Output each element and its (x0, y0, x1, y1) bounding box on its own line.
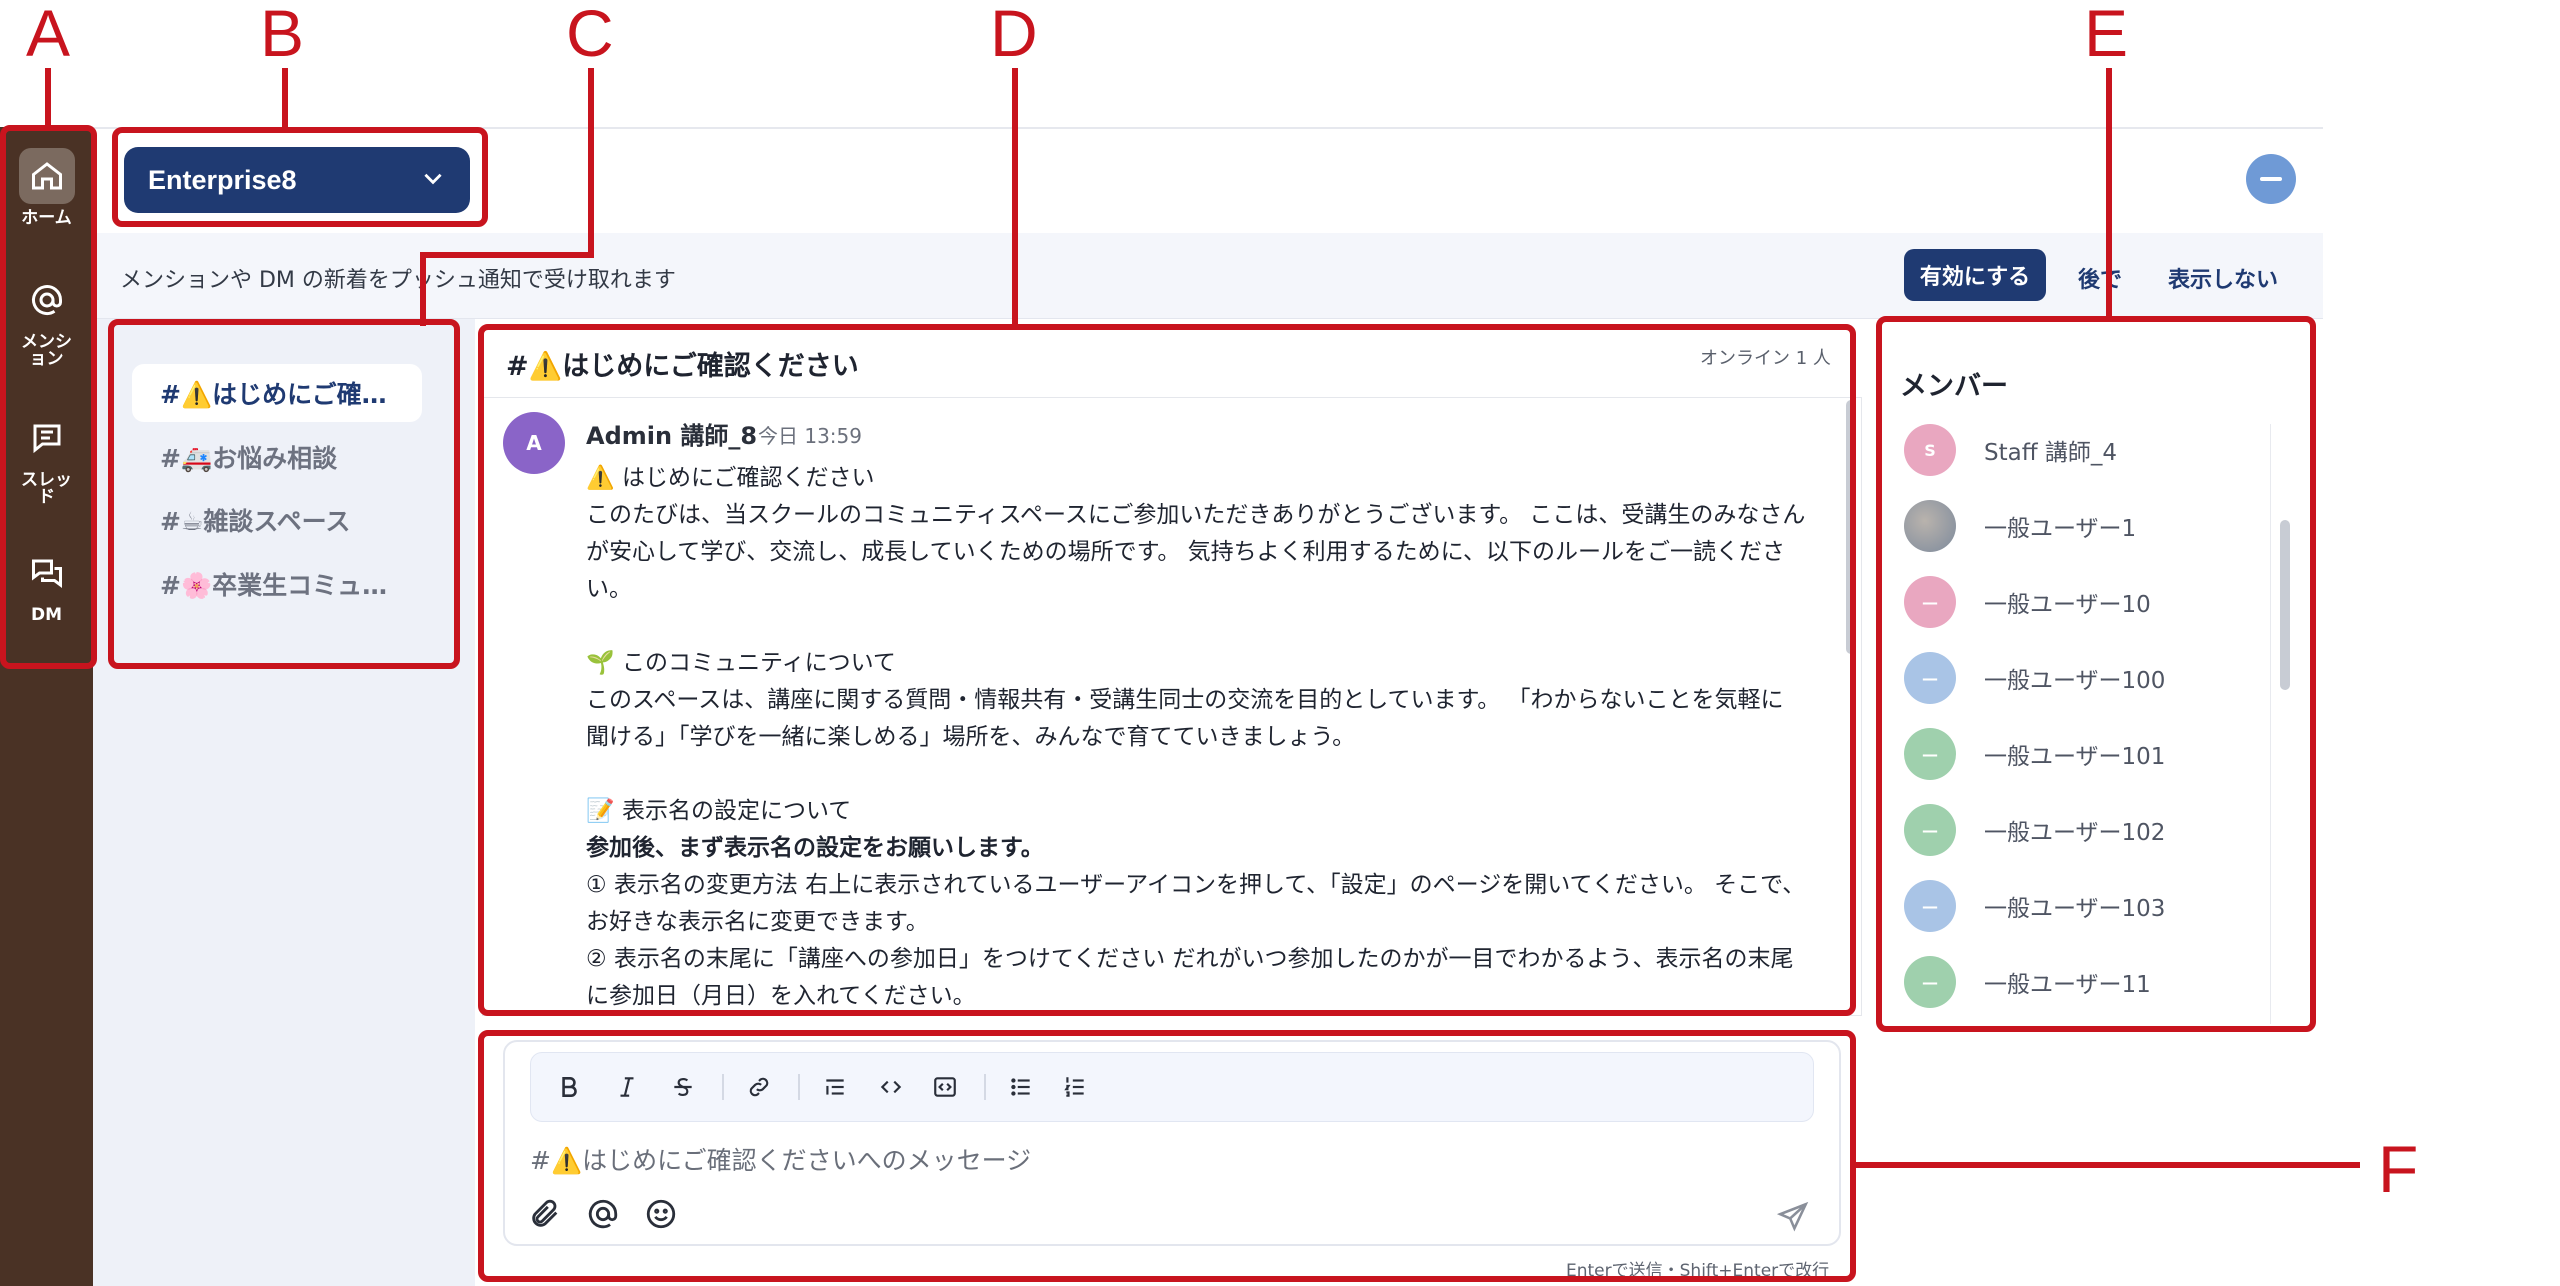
message-line: 🌱 このコミュニティについて (586, 650, 896, 676)
rail-label-thread: スレッド (21, 470, 72, 507)
member-name: 一般ユーザー11 (1984, 972, 2151, 998)
code-block-button[interactable] (930, 1072, 960, 1102)
message-line: ② 表示名の末尾に「講座への参加日」をつけてください だれがいつ参加したのかが一… (586, 946, 1794, 1009)
workspace-name: Enterprise8 (148, 164, 297, 195)
annotation-letter: D (990, 0, 1038, 70)
emoji-icon[interactable] (642, 1195, 680, 1233)
thread-icon (19, 410, 75, 466)
message-line: ⚠️ はじめにご確認ください (586, 465, 875, 491)
message-line: 📝 表示名の設定について (586, 798, 852, 824)
toolbar-divider (722, 1074, 724, 1100)
bold-button[interactable] (554, 1072, 584, 1102)
annotation-leader (1012, 68, 1018, 326)
rail-item-mention[interactable]: メンション (0, 272, 93, 368)
member-item[interactable]: — 一般ユーザー101 (1904, 724, 2264, 784)
member-name: Staff 講師_4 (1984, 440, 2118, 466)
member-avatar: — (1904, 956, 1956, 1008)
rail-item-dm[interactable]: DM (0, 545, 93, 624)
member-avatar: — (1904, 880, 1956, 932)
member-avatar: — (1904, 576, 1956, 628)
message-author[interactable]: Admin 講師_8 (586, 416, 757, 451)
rail-item-thread[interactable]: スレッド (0, 410, 93, 506)
toolbar-divider (984, 1074, 986, 1100)
banner-text: メンションや DM の新着をプッシュ通知で受け取れます (120, 268, 676, 293)
message-avatar[interactable]: A (503, 412, 565, 474)
online-count: オンライン 1 人 (1700, 348, 1831, 369)
annotation-leader (282, 68, 288, 130)
message-line: ① 表示名の変更方法 右上に表示されているユーザーアイコンを押して、「設定」のペ… (586, 872, 1806, 935)
dm-icon (19, 545, 75, 601)
link-button[interactable] (744, 1072, 774, 1102)
mention-icon[interactable] (584, 1195, 622, 1233)
message-line: 参加後、まず表示名の設定をお願いします。 (586, 835, 1044, 861)
blockquote-button[interactable] (820, 1072, 850, 1102)
at-icon (19, 272, 75, 328)
member-item[interactable]: — 一般ユーザー11 (1904, 952, 2264, 1012)
member-divider (2270, 424, 2271, 1024)
message-timestamp: 今日 13:59 (758, 424, 862, 448)
annotation-letter: F (2378, 1132, 2419, 1206)
rail-item-home[interactable]: ホーム (0, 148, 93, 227)
channel-item-alumni[interactable]: #🌸卒業生コミュ… (132, 555, 422, 613)
member-avatar: — (1904, 804, 1956, 856)
send-icon[interactable] (1774, 1198, 1812, 1236)
member-item[interactable]: S Staff 講師_4 (1904, 420, 2264, 480)
annotation-leader (2106, 68, 2112, 318)
italic-button[interactable] (612, 1072, 642, 1102)
channel-item-welcome[interactable]: #⚠️はじめにご確… (132, 364, 422, 422)
annotation-letter: C (566, 0, 614, 70)
attachment-icon[interactable] (526, 1195, 564, 1233)
member-name: 一般ユーザー101 (1984, 744, 2166, 770)
member-avatar: — (1904, 728, 1956, 780)
strikethrough-button[interactable] (668, 1072, 698, 1102)
member-title: メンバー (1900, 371, 2008, 402)
rail-label-home: ホーム (21, 208, 72, 228)
member-item[interactable]: — 一般ユーザー102 (1904, 800, 2264, 860)
annotation-leader (420, 252, 594, 258)
message-line: このたびは、当スクールのコミュニティスペースにご参加いただきありがとうございます… (586, 502, 1806, 602)
member-item[interactable]: 一般ユーザー1 (1904, 496, 2264, 556)
member-scrollbar[interactable] (2280, 520, 2290, 690)
member-name: 一般ユーザー1 (1984, 516, 2137, 542)
member-item[interactable]: — 一般ユーザー10 (1904, 572, 2264, 632)
member-item[interactable]: — 一般ユーザー100 (1904, 648, 2264, 708)
workspace-switcher[interactable]: Enterprise8 (124, 147, 470, 213)
code-button[interactable] (876, 1072, 906, 1102)
annotation-leader (588, 68, 594, 258)
channel-item-chat[interactable]: #☕雑談スペース (132, 491, 422, 549)
enable-notifications-button[interactable]: 有効にする (1904, 249, 2046, 301)
home-icon (18, 148, 75, 204)
later-button[interactable]: 後で (2078, 262, 2122, 294)
annotation-letter: B (260, 0, 305, 70)
member-item[interactable]: — 一般ユーザー103 (1904, 876, 2264, 936)
chevron-down-icon (420, 165, 446, 195)
message-body: ⚠️ はじめにご確認ください このたびは、当スクールのコミュニティスペースにご参… (586, 460, 1806, 1015)
member-avatar: S (1904, 424, 1956, 476)
member-name: 一般ユーザー103 (1984, 896, 2166, 922)
rail-label-dm: DM (30, 605, 63, 625)
composer-hint: Enterで送信・Shift+Enterで改行 (1566, 1261, 1830, 1281)
toolbar-divider (798, 1074, 800, 1100)
member-avatar (1904, 500, 1956, 552)
annotation-leader (45, 68, 51, 130)
annotation-leader (1850, 1162, 2360, 1168)
member-name: 一般ユーザー102 (1984, 820, 2166, 846)
rail-label-mention: メンション (21, 332, 72, 369)
message-scrollbar[interactable] (1846, 400, 1856, 654)
channel-title: #⚠️はじめにご確認ください (506, 351, 859, 382)
user-avatar[interactable] (2246, 154, 2296, 204)
annotation-letter: A (26, 0, 71, 70)
annotation-letter: E (2084, 0, 2129, 70)
member-name: 一般ユーザー10 (1984, 592, 2151, 618)
message-line: このスペースは、講座に関する質問・情報共有・受講生同士の交流を目的としています。… (586, 687, 1784, 750)
channel-item-consult[interactable]: #🚑お悩み相談 (132, 428, 422, 486)
annotation-leader (420, 252, 426, 326)
member-name: 一般ユーザー100 (1984, 668, 2166, 694)
bullet-list-button[interactable] (1006, 1072, 1036, 1102)
dont-show-button[interactable]: 表示しない (2168, 262, 2278, 294)
member-avatar: — (1904, 652, 1956, 704)
message-input[interactable] (530, 1140, 1730, 1180)
numbered-list-button[interactable] (1060, 1072, 1090, 1102)
